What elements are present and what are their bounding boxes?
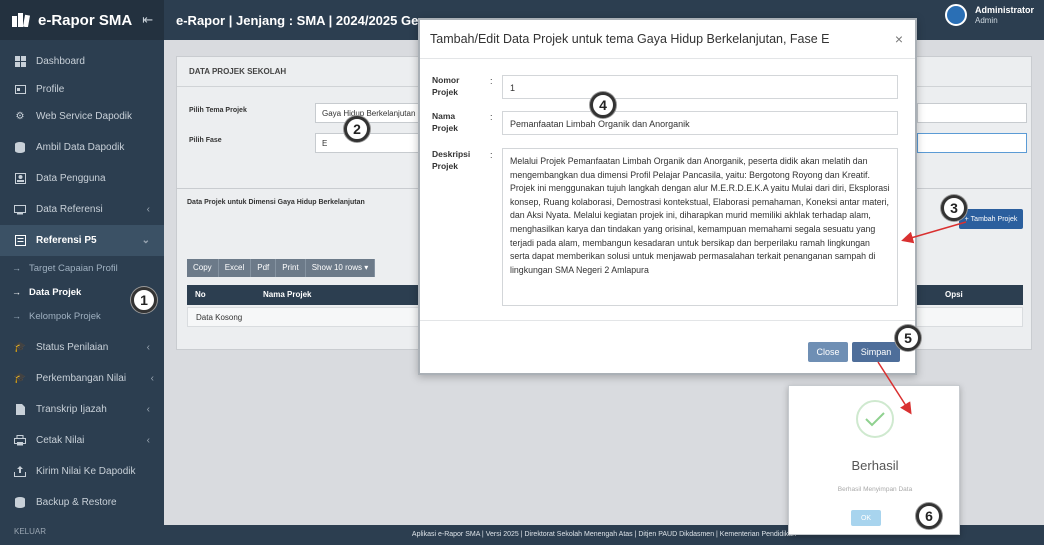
- callout-badge-5: 5: [895, 325, 921, 351]
- arrow-5: [877, 361, 912, 415]
- callout-badge-1: 1: [131, 287, 157, 313]
- callout-badge-6: 6: [916, 503, 942, 529]
- arrow-3: [901, 221, 967, 244]
- callout-badge-2: 2: [344, 116, 370, 142]
- callout-badge-3: 3: [941, 195, 967, 221]
- annotation-arrows: [877, 221, 967, 415]
- callout-badge-4: 4: [590, 92, 616, 118]
